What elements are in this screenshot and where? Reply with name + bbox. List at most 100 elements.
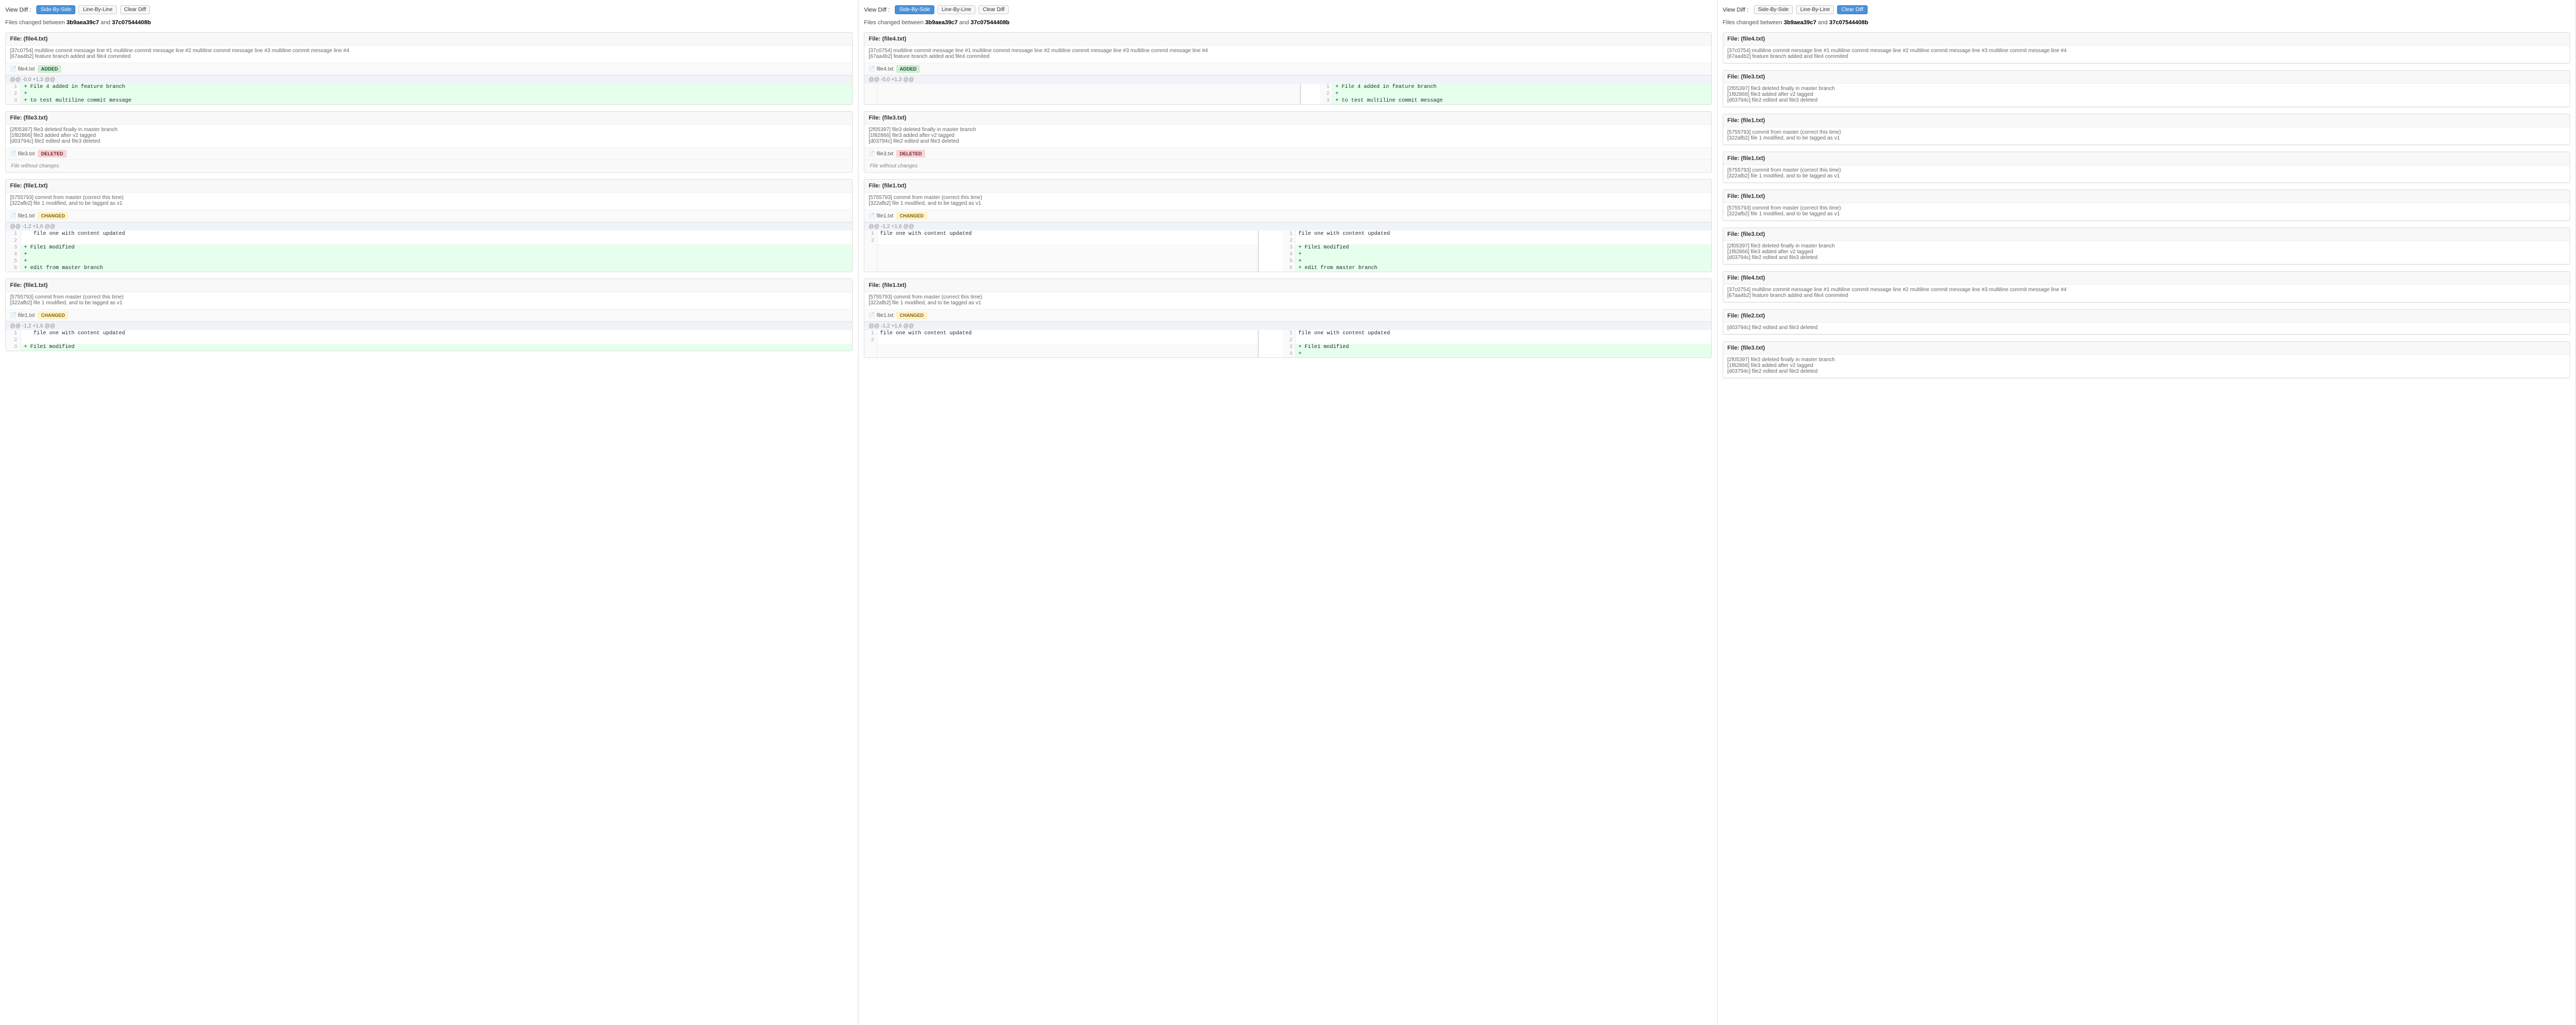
- line-code: +: [21, 251, 852, 258]
- line-code: file one with content updated: [1296, 330, 1711, 337]
- left-view-diff-label: View Diff :: [5, 7, 31, 13]
- right-file1-3-meta: [5755793] commit from master (correct th…: [1723, 203, 2570, 221]
- line-num: 3: [6, 244, 21, 251]
- left-line-by-line-btn[interactable]: Line-By-Line: [78, 5, 116, 14]
- line-code: [1296, 337, 1711, 344]
- line-code: file one with content updated: [21, 330, 852, 337]
- right-panel: View Diff : Side-By-Side Line-By-Line Cl…: [1718, 0, 2576, 1025]
- middle-file4-badge: ADDED: [896, 65, 920, 73]
- line-code: file one with content updated: [877, 330, 1258, 337]
- line-code: file one with content updated: [1296, 231, 1711, 237]
- line-code: + File1 modified: [1296, 344, 1711, 351]
- middle-files-changed: Files changed between 3b9aea39c7 and 37c…: [864, 19, 1711, 26]
- right-file4-1-section: File: (file4.txt) [37c0754] multiline co…: [1723, 32, 2570, 64]
- right-file2-section: File: (file2.txt) [d03794c] file2 edited…: [1723, 309, 2570, 335]
- right-file3-2-header: File: (file3.txt): [1723, 228, 2570, 241]
- table-row: 3 + to test multiline commit message: [6, 97, 852, 104]
- line-code: +: [1296, 351, 1711, 357]
- line-num: [864, 251, 877, 258]
- table-row: 3 + File1 modified: [6, 344, 852, 351]
- middle-side-by-side-btn[interactable]: Side-By-Side: [895, 5, 934, 14]
- middle-file3-badge: DELETED: [896, 150, 925, 157]
- left-file3-badge: DELETED: [38, 150, 66, 157]
- right-commit-to: 37c07544408b: [1829, 19, 1868, 26]
- line-num: 3: [1283, 244, 1296, 251]
- line-code: + File1 modified: [21, 344, 852, 351]
- left-clear-diff-btn[interactable]: Clear Diff: [120, 5, 151, 14]
- left-file1-1-hunk: @@ -1,2 +1,6 @@: [6, 222, 852, 231]
- left-file1-2-hunk: @@ -1,2 +1,6 @@: [6, 322, 852, 330]
- right-file3-1-header: File: (file3.txt): [1723, 71, 2570, 84]
- line-code: +: [1333, 91, 1711, 97]
- line-num: 4: [1283, 251, 1296, 258]
- right-file3-3-meta: [2f05397] file3 deleted finally in maste…: [1723, 355, 2570, 378]
- line-num: 6: [1283, 265, 1296, 272]
- middle-file1-2-diff: @@ -1,2 +1,6 @@ 1 file one with content …: [864, 322, 1711, 357]
- left-toolbar: View Diff : Side-By-Side Line-By-Line Cl…: [5, 5, 853, 14]
- right-side-by-side-btn[interactable]: Side-By-Side: [1754, 5, 1793, 14]
- line-num: 2: [864, 337, 877, 344]
- table-row: 2 2: [864, 237, 1711, 244]
- right-file1-3-section: File: (file1.txt) [5755793] commit from …: [1723, 190, 2570, 221]
- left-file3-filename: 📄 file3.txt: [10, 151, 35, 157]
- line-num: [864, 97, 877, 104]
- line-code: [877, 251, 1258, 258]
- right-line-by-line-btn[interactable]: Line-By-Line: [1796, 5, 1834, 14]
- line-code: + File 4 added in feature branch: [1333, 84, 1711, 91]
- left-file1-2-filename: 📄 file1.txt: [10, 313, 35, 319]
- right-file1-1-section: File: (file1.txt) [5755793] commit from …: [1723, 114, 2570, 145]
- right-clear-diff-btn[interactable]: Clear Diff: [1837, 5, 1868, 14]
- right-file1-2-meta: [5755793] commit from master (correct th…: [1723, 165, 2570, 183]
- right-file4-1-header: File: (file4.txt): [1723, 33, 2570, 46]
- line-code: + edit from master branch: [21, 265, 852, 272]
- table-row: 3 + File1 modified: [864, 344, 1711, 351]
- middle-file1-1-table: 1 file one with content updated 1 file o…: [864, 231, 1711, 272]
- middle-file4-table: 1 + File 4 added in feature branch 2 + 3…: [864, 84, 1711, 104]
- table-row: 2 2: [864, 337, 1711, 344]
- line-num: 1: [1320, 84, 1333, 91]
- right-file1-2-header: File: (file1.txt): [1723, 152, 2570, 165]
- line-num: 5: [1283, 258, 1296, 265]
- right-file1-2-section: File: (file1.txt) [5755793] commit from …: [1723, 152, 2570, 183]
- line-num: 2: [6, 337, 21, 344]
- middle-file1-1-hunk: @@ -1,2 +1,6 @@: [864, 222, 1711, 231]
- middle-commit-from: 3b9aea39c7: [925, 19, 958, 26]
- left-file1-1-table: 1 file one with content updated 2 3 + Fi…: [6, 231, 852, 272]
- middle-file1-2-section: File: (file1.txt) [5755793] commit from …: [864, 278, 1711, 358]
- middle-clear-diff-btn[interactable]: Clear Diff: [979, 5, 1009, 14]
- right-commit-from: 3b9aea39c7: [1784, 19, 1817, 26]
- right-file3-2-meta: [2f05397] file3 deleted finally in maste…: [1723, 241, 2570, 264]
- table-row: 4 +: [864, 351, 1711, 357]
- table-row: 2: [6, 337, 852, 344]
- left-file1-1-section: File: (file1.txt) [5755793] commit from …: [5, 179, 853, 272]
- line-code: [21, 337, 852, 344]
- left-file3-meta: [2f05397] file3 deleted finally in maste…: [6, 125, 852, 148]
- left-file4-table: 1 + File 4 added in feature branch 2 + 3…: [6, 84, 852, 104]
- divider: [1258, 237, 1283, 244]
- divider: [1258, 330, 1283, 337]
- table-row: 6 + edit from master branch: [6, 265, 852, 272]
- line-num: 1: [6, 330, 21, 337]
- middle-file1-1-diff: @@ -1,2 +1,6 @@ 1 file one with content …: [864, 222, 1711, 272]
- line-code: +: [1296, 258, 1711, 265]
- line-num: 2: [1283, 237, 1296, 244]
- middle-file4-section: File: (file4.txt) [37c0754] multiline co…: [864, 32, 1711, 105]
- left-side-by-side-btn[interactable]: Side-By-Side: [36, 5, 75, 14]
- middle-file3-meta: [2f05397] file3 deleted finally in maste…: [864, 125, 1711, 148]
- table-row: 1 file one with content updated 1 file o…: [864, 330, 1711, 337]
- middle-view-diff-label: View Diff :: [864, 7, 890, 13]
- middle-file1-1-badge: CHANGED: [896, 212, 927, 220]
- middle-file1-2-meta: [5755793] commit from master (correct th…: [864, 292, 1711, 310]
- line-code: [877, 337, 1258, 344]
- left-file1-2-diff: @@ -1,2 +1,6 @@ 1 file one with content …: [6, 322, 852, 351]
- middle-line-by-line-btn[interactable]: Line-By-Line: [937, 5, 975, 14]
- left-file4-hunk: @@ -0,0 +1,3 @@: [6, 75, 852, 84]
- left-file3-badge-row: 📄 file3.txt DELETED: [6, 148, 852, 160]
- line-num: 2: [1320, 91, 1333, 97]
- middle-file1-2-header: File: (file1.txt): [864, 279, 1711, 292]
- line-num: 4: [6, 251, 21, 258]
- divider: [1258, 244, 1283, 251]
- right-view-diff-label: View Diff :: [1723, 7, 1749, 13]
- line-code: [1296, 237, 1711, 244]
- left-files-changed: Files changed between 3b9aea39c7 and 37c…: [5, 19, 853, 26]
